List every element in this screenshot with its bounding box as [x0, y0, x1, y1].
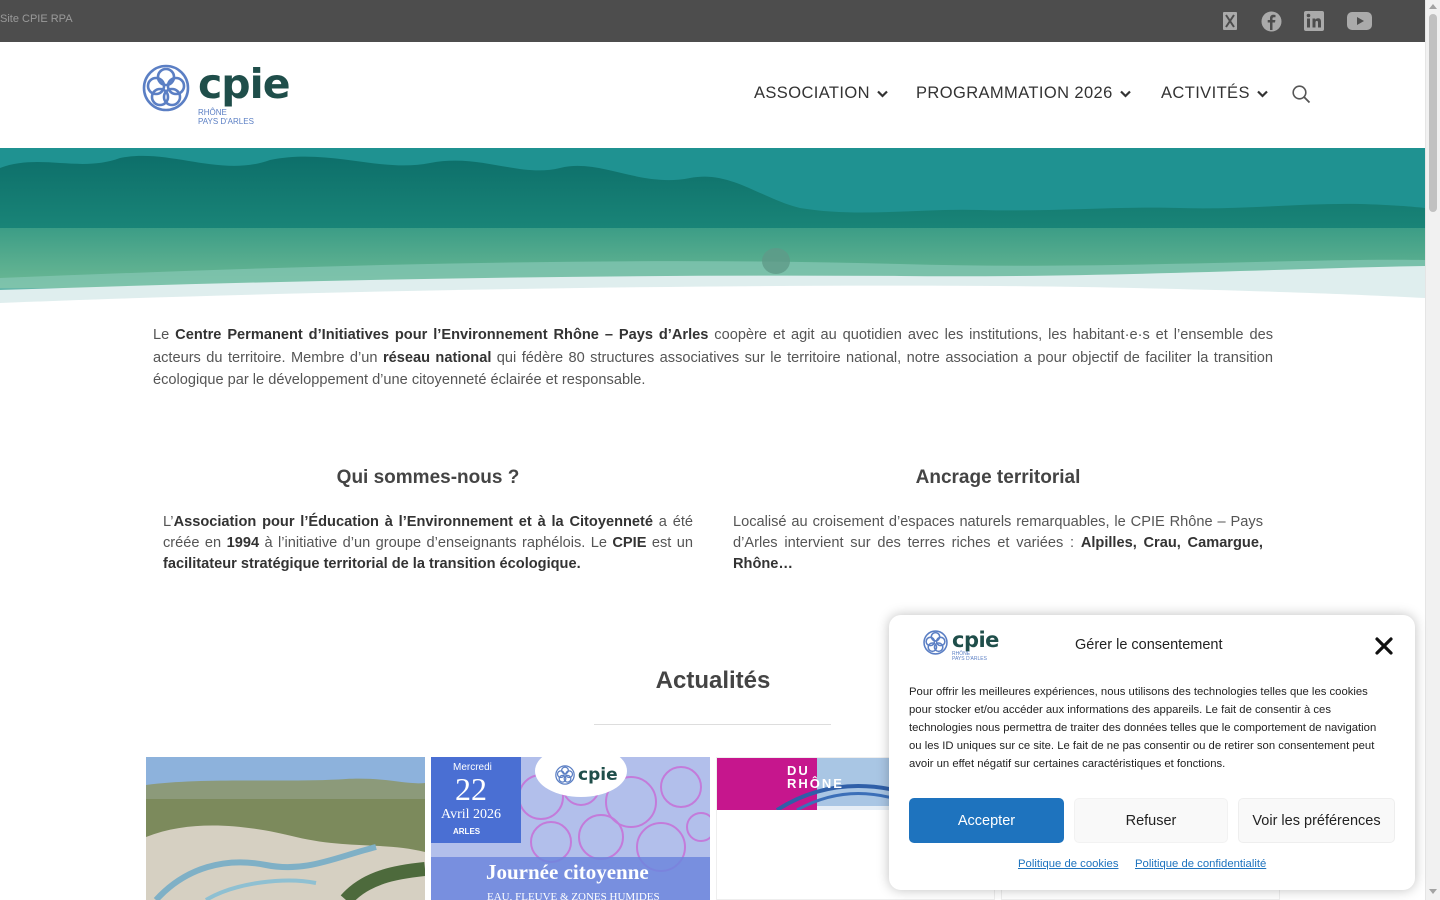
consent-logo-word: cpie — [952, 628, 999, 652]
chevron-down-icon — [1257, 90, 1268, 98]
actualites-heading: Actualités — [655, 667, 771, 694]
nav-label-activites: ACTIVITÉS — [1161, 84, 1250, 102]
site-header: cpie RHÔNE PAYS D'ARLES ASSOCIATION PROG… — [0, 42, 1425, 148]
consent-logo-subtitle: RHÔNE PAYS D'ARLES — [952, 652, 987, 662]
refuse-button[interactable]: Refuser — [1074, 798, 1228, 843]
consent-logo: cpie RHÔNE PAYS D'ARLES — [923, 628, 999, 662]
x-icon[interactable] — [1219, 10, 1241, 32]
news-card-2[interactable]: Mercredi 22 Avril 2026 ARLES cpie Journé… — [431, 757, 710, 900]
event-logo-word: cpie — [578, 765, 618, 785]
consent-text: Pour offrir les meilleures expériences, … — [909, 686, 1377, 770]
logo-line-2: PAYS D'ARLES — [198, 117, 254, 126]
event-day: 22 — [455, 771, 487, 807]
card-banner-text: DU RHÔNE — [787, 763, 844, 791]
scrollbar-thumb[interactable] — [1429, 14, 1437, 212]
close-icon[interactable] — [1375, 637, 1393, 655]
cpie-logo-icon — [923, 630, 948, 655]
logo-subtitle: RHÔNE PAYS D'ARLES — [198, 108, 254, 126]
logo-line-1: RHÔNE — [198, 108, 227, 117]
youtube-icon[interactable] — [1346, 10, 1372, 32]
cookie-policy-link[interactable]: Politique de cookies — [1018, 858, 1118, 870]
news-card-1[interactable] — [146, 757, 425, 900]
linkedin-icon[interactable] — [1303, 10, 1325, 32]
view-preferences-button[interactable]: Voir les préférences — [1238, 798, 1395, 843]
consent-logo-line-2: PAYS D'ARLES — [952, 656, 987, 662]
nav-item-activites[interactable]: ACTIVITÉS — [1161, 84, 1268, 103]
nav-label-programmation: PROGRAMMATION 2026 — [916, 84, 1113, 102]
search-icon[interactable] — [1292, 85, 1311, 109]
cpie-logo-icon — [142, 64, 190, 112]
logo-wordmark: cpie — [198, 60, 291, 108]
facebook-icon[interactable] — [1260, 10, 1282, 32]
ancrage-territorial-heading: Ancrage territorial — [915, 467, 1081, 488]
nav-label-association: ASSOCIATION — [754, 84, 870, 102]
nav-item-association[interactable]: ASSOCIATION — [754, 84, 888, 103]
event-headline: Journée citoyenne — [486, 860, 649, 884]
accept-button[interactable]: Accepter — [909, 798, 1064, 843]
page-scrollbar[interactable] — [1425, 0, 1440, 900]
consent-title: Gérer le consentement — [1075, 637, 1223, 653]
qui-sommes-nous-heading: Qui sommes-nous ? — [336, 467, 520, 488]
event-month: Avril 2026 — [441, 807, 502, 822]
river-aerial-image — [146, 757, 425, 900]
ancrage-territorial-text: Localisé au croisement d’espaces naturel… — [733, 514, 1263, 572]
cpie-logo-icon — [555, 765, 575, 785]
section-divider — [594, 724, 831, 725]
qui-sommes-nous-text: L’Association pour l’Éducation à l’Envir… — [163, 514, 694, 572]
chevron-down-icon — [877, 90, 888, 98]
site-label: Site CPIE RPA — [0, 13, 73, 25]
privacy-policy-link[interactable]: Politique de confidentialité — [1135, 858, 1266, 870]
cookie-consent-dialog: cpie RHÔNE PAYS D'ARLES Gérer le consent… — [889, 615, 1415, 890]
chevron-down-icon — [1119, 90, 1131, 98]
intro-paragraph: Le Centre Permanent d’Initiatives pour l… — [153, 327, 1273, 388]
top-bar: Site CPIE RPA — [0, 0, 1425, 42]
hero-landscape-image — [0, 148, 1425, 312]
event-subline: EAU, FLEUVE & ZONES HUMIDES — [487, 891, 660, 900]
hero-banner — [0, 148, 1425, 312]
scroll-down-icon[interactable] — [1429, 889, 1437, 894]
event-logo: cpie — [555, 765, 618, 785]
event-city: ARLES — [453, 827, 481, 836]
site-logo[interactable]: cpie RHÔNE PAYS D'ARLES — [142, 60, 291, 126]
scroll-up-icon[interactable] — [1429, 4, 1437, 9]
nav-item-programmation[interactable]: PROGRAMMATION 2026 — [916, 84, 1131, 103]
